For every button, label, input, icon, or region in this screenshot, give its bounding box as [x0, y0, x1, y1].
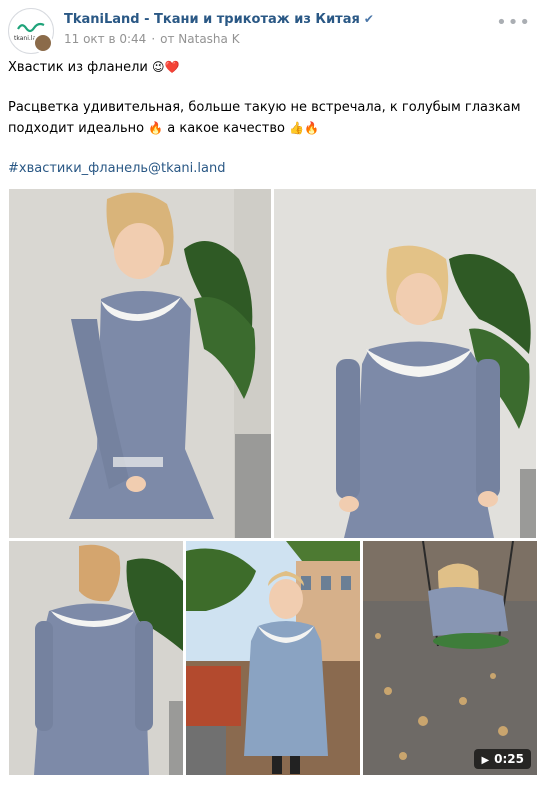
video-1-thumbnail — [363, 541, 537, 775]
play-icon: ▶ — [481, 755, 490, 766]
wink-emoji-icon: 😉 — [151, 60, 165, 74]
photo-3-image — [9, 541, 183, 775]
heart-emoji-icon: ❤️ — [164, 60, 180, 74]
video-duration-badge: ▶ 0:25 — [474, 749, 531, 769]
fire-emoji-icon: 🔥 — [304, 121, 320, 135]
photo-2[interactable] — [274, 189, 536, 538]
photo-4[interactable] — [186, 541, 360, 775]
photo-2-image — [274, 189, 536, 538]
post-meta: 11 окт в 0:44 · от Natasha K — [64, 32, 240, 46]
more-dots-icon[interactable]: ••• — [496, 14, 531, 32]
verified-icon: ✔ — [363, 12, 374, 26]
post-date[interactable]: 11 окт в 0:44 — [64, 32, 146, 46]
post-author-signature[interactable]: от Natasha K — [160, 32, 239, 46]
community-name-text[interactable]: TkaniLand - Ткани и трикотаж из Китая — [64, 12, 360, 27]
photo-3[interactable] — [9, 541, 183, 775]
photo-1[interactable] — [9, 189, 271, 538]
author-avatar[interactable] — [33, 33, 53, 53]
post-text-line: подходит идеально 🔥 а какое качество 👍🔥 — [8, 118, 537, 139]
video-1[interactable]: ▶ 0:25 — [363, 541, 537, 775]
hashtag-link[interactable]: #хвастики_фланель@tkani.land — [8, 161, 225, 176]
photo-4-image — [186, 541, 360, 775]
post-body: Хвастик из фланели 😉❤️ Расцветка удивите… — [8, 57, 537, 179]
thumbs-up-emoji-icon: 👍 — [289, 121, 305, 135]
community-name[interactable]: TkaniLand - Ткани и трикотаж из Китая ✔ — [64, 12, 374, 27]
logo-wave-icon — [17, 22, 45, 33]
post-header: tkani.la TkaniLand - Ткани и трикотаж из… — [8, 8, 537, 56]
post-text-line: Хвастик из фланели 😉❤️ — [8, 57, 537, 78]
fire-emoji-icon: 🔥 — [148, 121, 164, 135]
photo-1-image — [9, 189, 271, 538]
post-text-line: Расцветка удивительная, больше такую не … — [8, 100, 521, 115]
